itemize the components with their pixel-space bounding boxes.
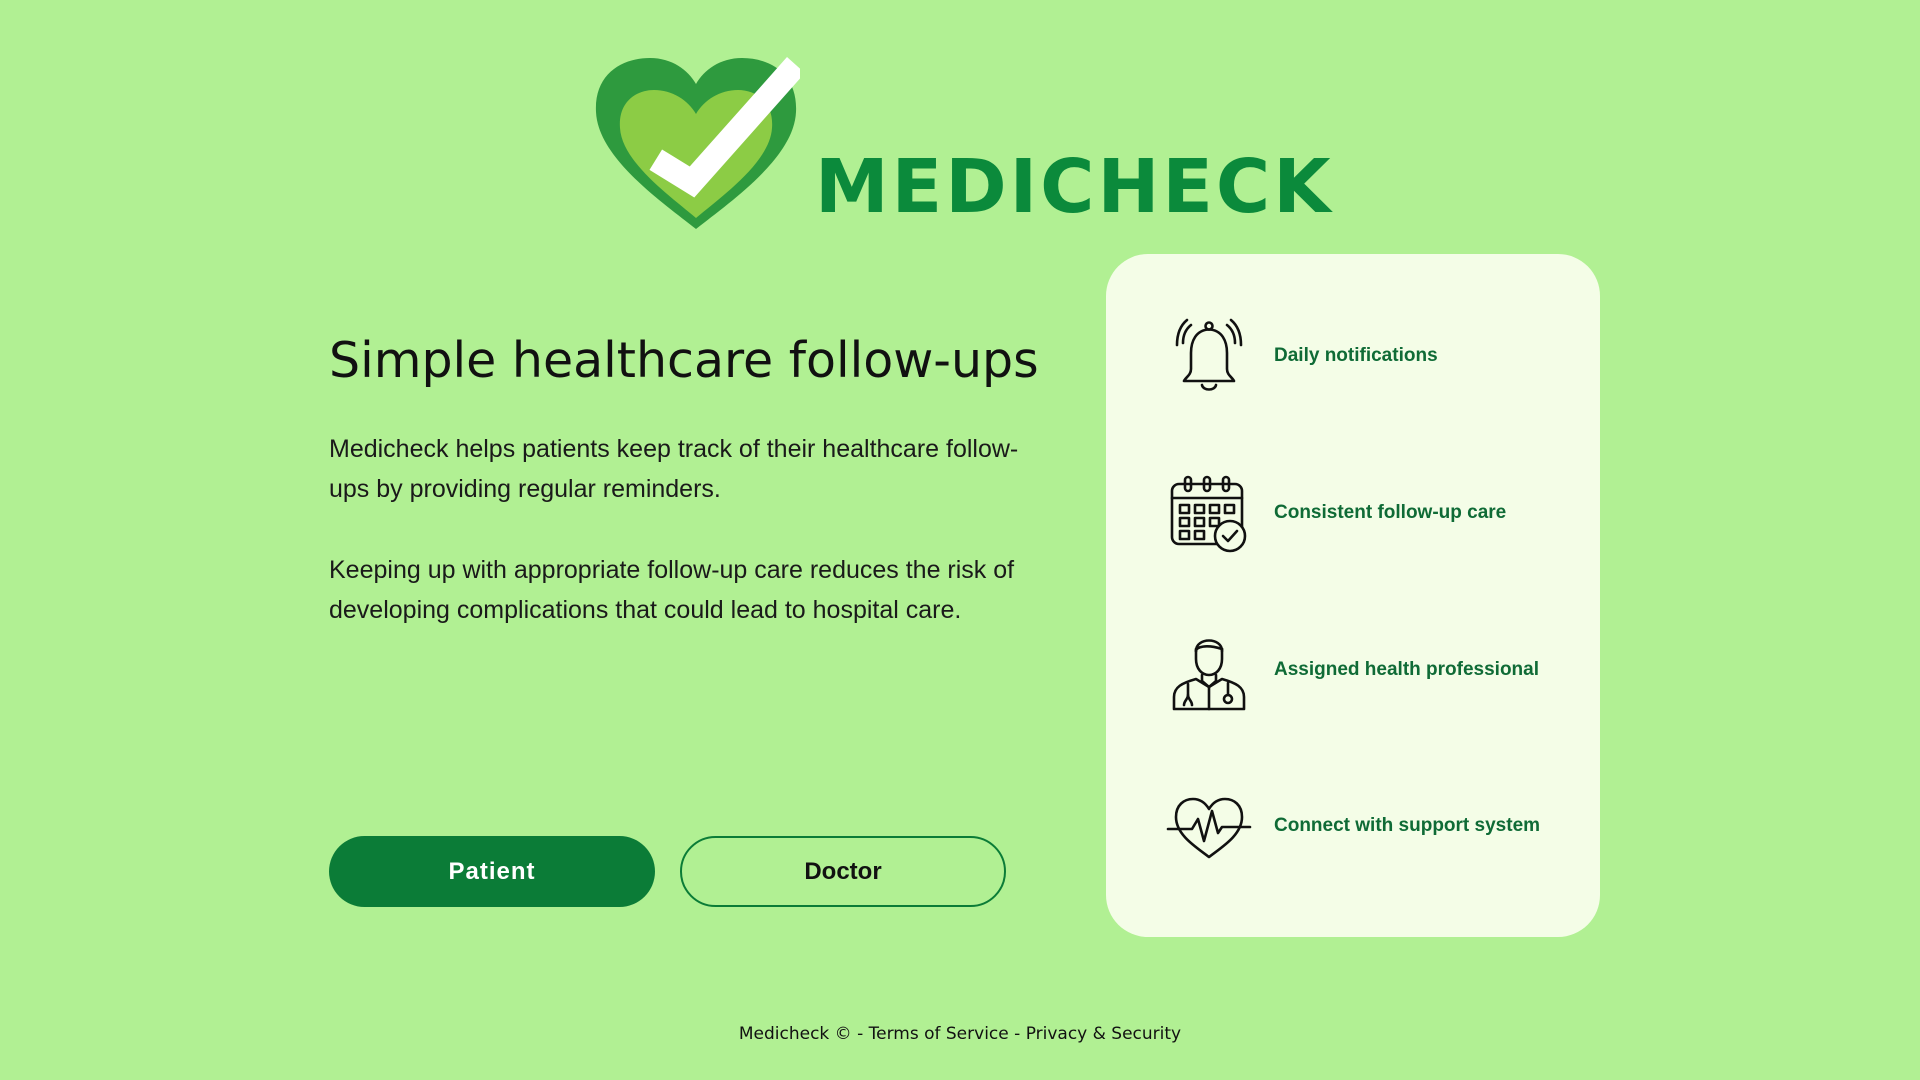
feature-item-daily-notifications: Daily notifications	[1166, 311, 1586, 401]
brand-name: MEDICHECK	[815, 144, 1334, 230]
page-title: Simple healthcare follow-ups	[329, 332, 1039, 389]
feature-item-follow-up-care: Consistent follow-up care	[1166, 468, 1586, 558]
feature-label: Assigned health professional	[1274, 659, 1539, 680]
feature-label: Consistent follow-up care	[1274, 502, 1507, 523]
calendar-check-icon	[1166, 470, 1252, 556]
features-card: Daily notifications Consistent follow-up…	[1106, 254, 1600, 937]
benefit-paragraph: Keeping up with appropriate follow-up ca…	[329, 556, 1015, 624]
feature-item-support-system: Connect with support system	[1166, 781, 1586, 871]
footer: Medicheck © - Terms of Service - Privacy…	[0, 1024, 1920, 1044]
privacy-security-link[interactable]: Privacy & Security	[1026, 1024, 1181, 1044]
landing-page: MEDICHECK Simple healthcare follow-ups M…	[0, 0, 1920, 1080]
intro-paragraph: Medicheck helps patients keep track of t…	[329, 435, 1019, 503]
terms-of-service-link[interactable]: Terms of Service	[869, 1024, 1009, 1044]
heart-check-logo-icon	[595, 57, 800, 229]
footer-separator: -	[851, 1024, 869, 1044]
heart-pulse-icon	[1166, 783, 1252, 869]
bell-icon	[1166, 313, 1252, 399]
feature-label: Connect with support system	[1274, 815, 1541, 836]
patient-button[interactable]: Patient	[329, 836, 655, 907]
footer-separator: -	[1008, 1024, 1026, 1044]
doctor-icon	[1166, 627, 1252, 713]
footer-brand: Medicheck ©	[738, 1024, 852, 1044]
doctor-button[interactable]: Doctor	[680, 836, 1006, 907]
feature-label: Daily notifications	[1274, 345, 1438, 366]
logo: MEDICHECK	[592, 54, 1331, 234]
feature-item-health-professional: Assigned health professional	[1166, 625, 1586, 715]
